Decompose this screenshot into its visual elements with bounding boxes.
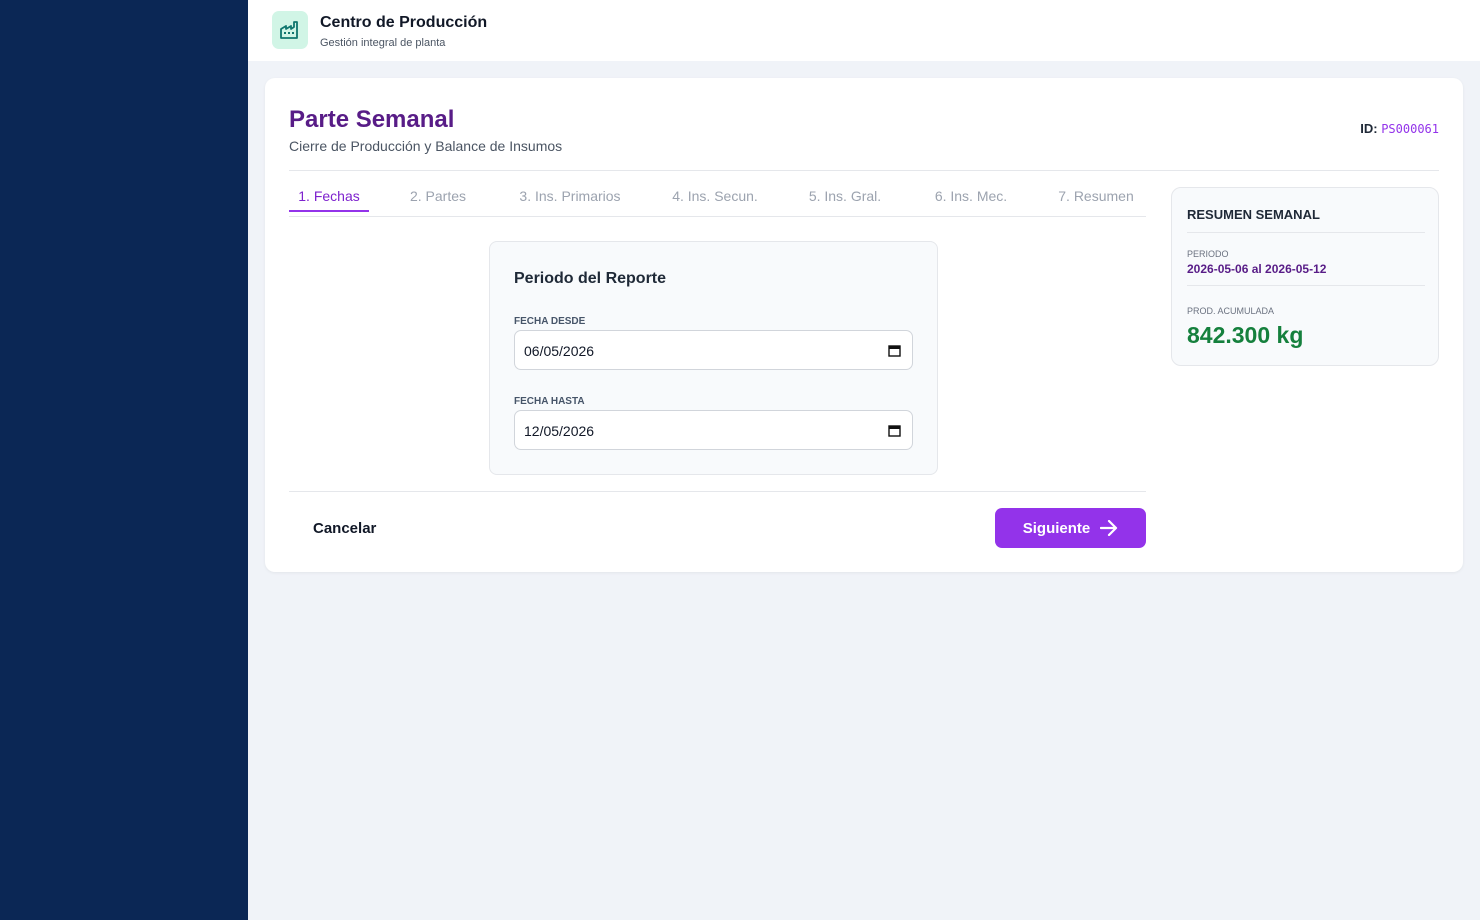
tab-ins-mec[interactable]: 6. Ins. Mec. xyxy=(929,188,1013,212)
tab-ins-secun[interactable]: 4. Ins. Secun. xyxy=(669,188,761,212)
tab-ins-gral[interactable]: 5. Ins. Gral. xyxy=(805,188,885,212)
app-subtitle: Gestión integral de planta xyxy=(320,37,446,49)
step-tabs: 1. Fechas 2. Partes 3. Ins. Primarios 4.… xyxy=(289,186,1146,217)
form-title: Periodo del Reporte xyxy=(514,270,667,287)
next-button[interactable]: Siguiente xyxy=(995,508,1146,548)
record-id-value: PS000061 xyxy=(1381,122,1439,136)
calendar-icon[interactable] xyxy=(888,424,901,437)
summary-prod-value: 842.300 kg xyxy=(1187,322,1304,348)
fecha-desde-label: FECHA DESDE xyxy=(514,316,586,327)
record-id-label: ID: xyxy=(1360,121,1378,136)
tab-fechas[interactable]: 1. Fechas xyxy=(289,188,369,212)
summary-divider xyxy=(1187,285,1425,286)
summary-title: RESUMEN SEMANAL xyxy=(1187,207,1320,222)
sidebar xyxy=(0,0,248,920)
summary-period-value: 2026-05-06 al 2026-05-12 xyxy=(1187,262,1327,276)
fecha-desde-value: 06/05/2026 xyxy=(524,343,595,359)
weekly-summary-panel: RESUMEN SEMANAL PERIODO 2026-05-06 al 20… xyxy=(1171,187,1439,366)
top-header: Centro de Producción Gestión integral de… xyxy=(248,0,1480,61)
arrow-right-icon xyxy=(1100,520,1118,536)
record-id: ID: PS000061 xyxy=(1360,121,1439,136)
calendar-icon[interactable] xyxy=(888,344,901,357)
tab-partes[interactable]: 2. Partes xyxy=(405,188,471,212)
cancel-button[interactable]: Cancelar xyxy=(313,520,376,537)
report-period-panel: Periodo del Reporte FECHA DESDE 06/05/20… xyxy=(489,241,938,475)
header-divider xyxy=(289,170,1439,171)
summary-divider xyxy=(1187,232,1425,233)
next-button-label: Siguiente xyxy=(1022,519,1091,537)
page-title: Parte Semanal xyxy=(289,106,455,133)
fecha-desde-input[interactable]: 06/05/2026 xyxy=(514,330,913,370)
factory-icon xyxy=(272,11,308,49)
main-card: Parte Semanal Cierre de Producción y Bal… xyxy=(265,78,1463,572)
fecha-hasta-label: FECHA HASTA xyxy=(514,396,585,407)
tab-resumen[interactable]: 7. Resumen xyxy=(1056,188,1136,212)
summary-prod-label: PROD. ACUMULADA xyxy=(1187,306,1275,316)
summary-period-label: PERIODO xyxy=(1187,249,1229,259)
fecha-hasta-input[interactable]: 12/05/2026 xyxy=(514,410,913,450)
fecha-hasta-value: 12/05/2026 xyxy=(524,423,595,439)
tab-ins-primarios[interactable]: 3. Ins. Primarios xyxy=(515,188,625,212)
app-title: Centro de Producción xyxy=(320,14,488,31)
footer-divider xyxy=(289,491,1146,492)
page-subtitle: Cierre de Producción y Balance de Insumo… xyxy=(289,138,563,154)
